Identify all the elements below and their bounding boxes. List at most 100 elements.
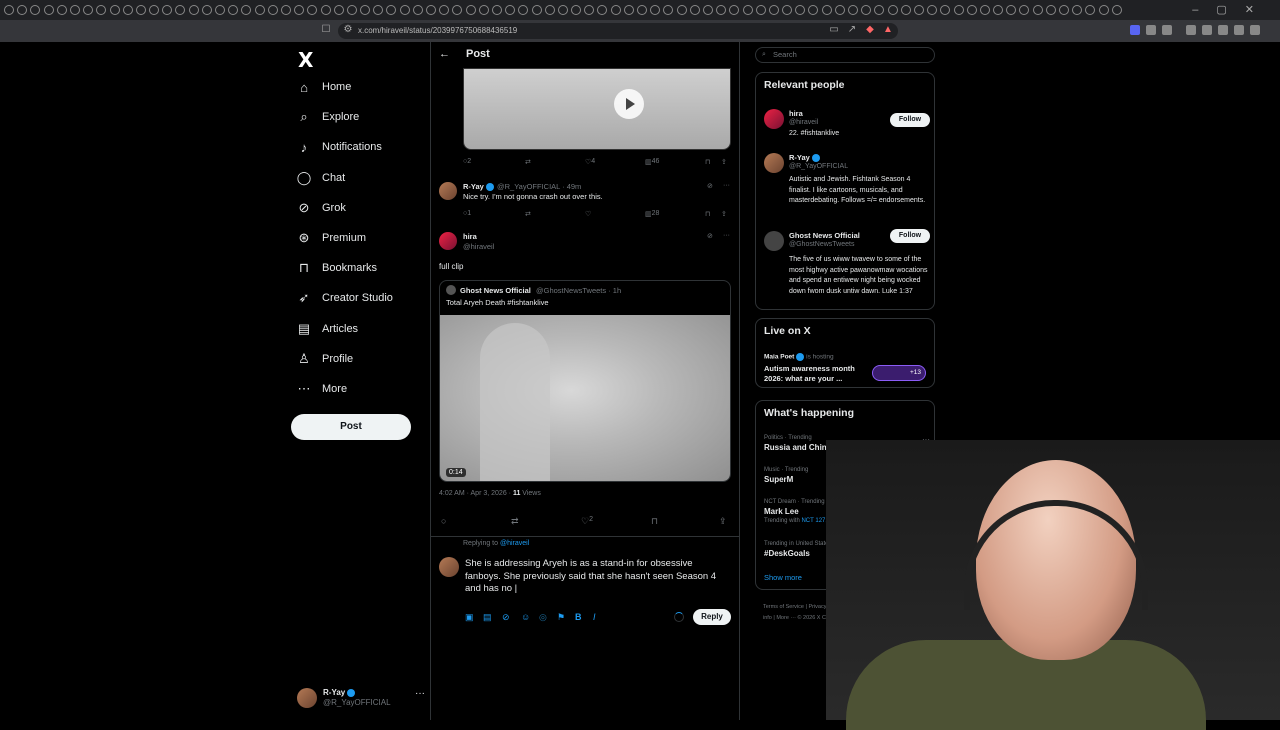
browser-tab[interactable] [439, 5, 450, 15]
browser-tab[interactable] [320, 5, 331, 15]
retweet-icon[interactable]: ⇄ [525, 158, 531, 166]
browser-tab[interactable] [729, 5, 740, 15]
browser-tab[interactable] [795, 5, 806, 15]
browser-tab[interactable] [426, 5, 436, 15]
browser-tab[interactable] [768, 5, 779, 15]
browser-tab[interactable] [518, 5, 529, 15]
browser-tab[interactable] [848, 5, 858, 15]
browser-tab[interactable] [294, 5, 305, 15]
views-icon[interactable]: ▥ 46 [645, 158, 659, 166]
share-icon[interactable]: ⇪ [721, 158, 727, 166]
browser-tab[interactable] [109, 5, 120, 15]
browser-tab[interactable] [56, 5, 67, 15]
extension-icon[interactable] [1130, 25, 1140, 35]
reply-icon[interactable]: ○ [441, 516, 446, 526]
grok-icon[interactable]: ⊘ [707, 232, 713, 240]
browser-tab[interactable] [346, 5, 357, 15]
browser-tab[interactable] [491, 5, 502, 15]
quote-tweet[interactable]: Ghost News Official @GhostNewsTweets · 1… [439, 280, 731, 482]
extension-icon[interactable] [1146, 25, 1156, 35]
rewards-icon[interactable]: ▲ [882, 24, 894, 36]
browser-tab[interactable] [17, 5, 28, 15]
wallet-icon[interactable] [1202, 25, 1212, 35]
browser-tab[interactable] [96, 5, 107, 15]
browser-tab[interactable] [716, 5, 727, 15]
browser-tab[interactable] [360, 5, 371, 15]
browser-tab[interactable] [597, 5, 608, 15]
video-player[interactable] [463, 68, 731, 150]
person-item[interactable]: hira @hiraveil 22. #fishtanklive Follow [764, 109, 930, 149]
browser-tab[interactable] [1059, 5, 1069, 15]
more-options-icon[interactable]: ··· [415, 688, 425, 699]
browser-tab[interactable] [637, 5, 647, 15]
reply-textarea[interactable]: She is addressing Aryeh is as a stand-in… [465, 558, 727, 596]
quote-video[interactable]: 0:14 [440, 315, 730, 481]
retweet-icon[interactable]: ⇄ [525, 210, 531, 218]
browser-tab[interactable] [702, 5, 713, 15]
retweet-icon[interactable]: ⇄ [511, 516, 519, 527]
show-more-link[interactable]: Show more [764, 573, 802, 582]
nav-item-grok[interactable]: ⊘ Grok [296, 197, 346, 219]
nav-item-more[interactable]: ⋯ More [296, 378, 348, 400]
browser-tab[interactable] [307, 5, 318, 15]
browser-tab[interactable] [412, 5, 423, 15]
browser-tab[interactable] [228, 5, 239, 15]
back-arrow-icon[interactable]: ← [439, 48, 450, 60]
browser-tab[interactable] [940, 5, 951, 15]
browser-tab[interactable] [755, 5, 766, 15]
menu-icon[interactable] [1250, 25, 1260, 35]
browser-tab[interactable] [122, 5, 133, 15]
like-icon[interactable]: ♡ [585, 210, 591, 218]
like-icon[interactable]: ♡ 2 [581, 516, 593, 527]
share-icon[interactable]: ↗ [846, 24, 858, 36]
browser-tab[interactable] [953, 5, 964, 15]
browser-tab[interactable] [1072, 5, 1083, 15]
account-switcher[interactable]: R-Yay @R_YayOFFICIAL ··· [297, 686, 425, 710]
reply-icon[interactable]: ○ 2 [463, 158, 471, 165]
browser-tab[interactable] [927, 5, 938, 15]
location-icon[interactable]: ◎ [539, 612, 547, 623]
browser-tab[interactable] [1019, 5, 1030, 15]
browser-tab[interactable] [83, 5, 94, 15]
browser-tab[interactable] [993, 5, 1004, 15]
more-options-icon[interactable]: ··· [723, 232, 730, 239]
cast-icon[interactable]: ▭ [828, 24, 840, 36]
nav-item-explore[interactable]: ⌕ Explore [296, 106, 359, 128]
main-tweet-header[interactable]: hira @hiraveil ⊘ ··· full clip [439, 232, 733, 272]
flag-icon[interactable]: ⚑ [557, 612, 565, 623]
browser-tab[interactable] [1032, 5, 1043, 15]
vpn-icon[interactable] [1218, 25, 1228, 35]
like-icon[interactable]: ♡ 4 [585, 158, 595, 166]
browser-tab[interactable] [43, 5, 54, 15]
browser-tab[interactable] [386, 5, 397, 15]
nav-item-chat[interactable]: ◯ Chat [296, 167, 346, 189]
post-button[interactable]: Post [291, 414, 411, 440]
extension-icon[interactable] [1162, 25, 1172, 35]
live-title[interactable]: Autism awareness month 2026: what are yo… [764, 364, 870, 384]
browser-tab[interactable] [373, 5, 384, 15]
browser-tab[interactable] [650, 5, 661, 15]
follow-button[interactable]: Follow [890, 113, 930, 127]
media-icon[interactable]: ▣ [465, 612, 474, 623]
emoji-icon[interactable]: ☺ [521, 612, 530, 622]
more-options-icon[interactable]: ··· [723, 182, 730, 189]
browser-tab[interactable] [1098, 5, 1109, 15]
browser-tab[interactable] [966, 5, 977, 15]
browser-tab[interactable] [162, 5, 173, 15]
browser-tab[interactable] [267, 5, 278, 15]
browser-tab[interactable] [4, 5, 14, 15]
extension-icon[interactable] [1234, 25, 1244, 35]
browser-tab[interactable] [584, 5, 595, 15]
browser-tab[interactable] [149, 5, 160, 15]
browser-tab[interactable] [201, 5, 212, 15]
bookmark-page-icon[interactable]: ☐ [320, 24, 332, 36]
nav-item-notifications[interactable]: ♪ Notifications [296, 136, 382, 158]
gif-icon[interactable]: ▤ [483, 612, 492, 623]
browser-tab[interactable] [887, 5, 898, 15]
browser-tab[interactable] [1085, 5, 1096, 15]
browser-tab[interactable] [1111, 5, 1122, 15]
sidebar-icon[interactable] [1186, 25, 1196, 35]
nav-item-premium[interactable]: ⊛ Premium [296, 227, 366, 249]
site-info-icon[interactable]: ⚙ [342, 24, 354, 36]
browser-tab[interactable] [254, 5, 265, 15]
